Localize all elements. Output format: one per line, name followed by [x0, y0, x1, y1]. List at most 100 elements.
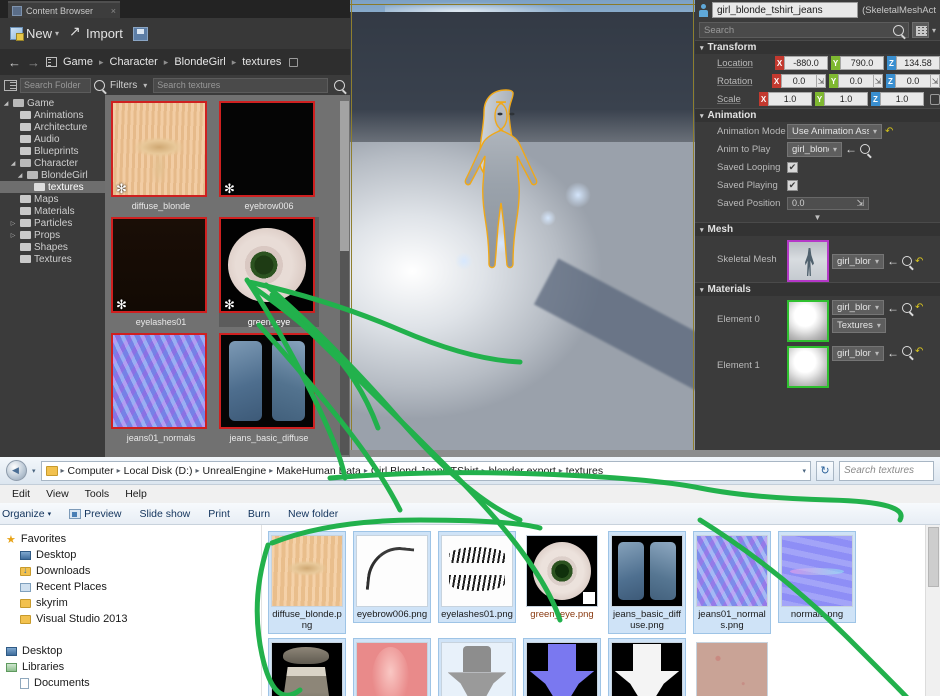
twisty-icon[interactable]: ◢ — [16, 172, 24, 179]
asset-tile[interactable]: jeans_basic_diffuse — [219, 333, 319, 443]
reset-icon[interactable]: ↶ — [915, 346, 923, 357]
asset-grid-scrollbar[interactable] — [340, 101, 349, 455]
scale-y[interactable]: Y 1.0 — [815, 92, 868, 106]
material-1-thumbnail[interactable] — [787, 346, 829, 388]
asset-tile[interactable]: ✻ green_eye — [219, 217, 319, 327]
menu-view[interactable]: View — [46, 488, 69, 500]
file-thumbnail[interactable] — [526, 642, 598, 696]
asset-thumbnail[interactable]: ✻ — [111, 101, 207, 197]
rotation-z[interactable]: Z 0.0 ⇲ — [886, 74, 940, 88]
rotation-y[interactable]: Y 0.0 ⇲ — [829, 74, 883, 88]
breadcrumb-item-blondegirl[interactable]: BlondeGirl — [174, 56, 225, 68]
selected-character-mesh[interactable] — [453, 86, 559, 326]
file-thumbnail[interactable] — [441, 535, 513, 607]
asset-tile[interactable]: ✻ eyebrow006 — [219, 101, 319, 211]
scale-x[interactable]: X 1.0 — [759, 92, 812, 106]
scale-z-input[interactable]: 1.0 — [880, 92, 924, 106]
folder-tree-item-animations[interactable]: Animations — [0, 109, 105, 121]
breadcrumb-item-game[interactable]: Game — [63, 56, 93, 68]
nav-item-downloads[interactable]: Downloads — [6, 563, 261, 579]
chevron-down-icon[interactable]: ▾ — [932, 26, 936, 35]
folder-tree-item-audio[interactable]: Audio — [0, 133, 105, 145]
location-z-input[interactable]: 134.58 — [896, 56, 940, 70]
anim-to-play-select[interactable]: girl_blonde_ ▾ — [787, 141, 842, 157]
rotation-z-input[interactable]: 0.0 — [895, 74, 931, 88]
browse-to-asset-icon[interactable] — [860, 144, 870, 154]
nav-item-skyrim[interactable]: skyrim — [6, 595, 261, 611]
asset-tile[interactable]: jeans01_normals — [111, 333, 211, 443]
spin-icon[interactable]: ⇲ — [874, 74, 883, 88]
explorer-search-input[interactable]: Search textures — [839, 460, 934, 481]
spin-icon[interactable]: ⇲ — [817, 74, 826, 88]
file-thumbnail[interactable] — [271, 642, 343, 696]
path-crumb-local-disk[interactable]: Local Disk (D:) — [124, 465, 193, 477]
asset-thumbnail[interactable] — [111, 333, 207, 429]
file-tile[interactable]: diffuse_blonde.png — [268, 531, 346, 634]
saved-playing-checkbox[interactable]: ✔ — [787, 179, 798, 191]
path-crumb-computer[interactable]: Computer — [68, 465, 114, 477]
nav-item-libraries[interactable]: Libraries — [6, 659, 261, 675]
folder-tree-item-textures[interactable]: textures — [0, 181, 105, 193]
asset-search-input[interactable]: Search textures — [153, 77, 328, 93]
section-header-animation[interactable]: ▾ Animation — [695, 108, 940, 122]
menu-edit[interactable]: Edit — [12, 488, 30, 500]
level-viewport[interactable] — [350, 0, 695, 450]
file-tile[interactable] — [693, 638, 771, 696]
folder-tree-item-particles[interactable]: ▷ Particles — [0, 217, 105, 229]
use-selected-asset-icon[interactable]: ← — [887, 301, 899, 315]
scale-y-input[interactable]: 1.0 — [824, 92, 868, 106]
reset-icon[interactable]: ↶ — [885, 126, 893, 137]
folder-tree-item-props[interactable]: ▷ Props — [0, 229, 105, 241]
display-grid-button[interactable] — [911, 22, 929, 38]
tab-content-browser[interactable]: Content Browser × — [8, 1, 120, 18]
import-button[interactable]: Import — [69, 23, 123, 42]
file-tile[interactable]: jeans01_normals.png — [693, 531, 771, 634]
location-y[interactable]: Y 790.0 — [831, 56, 884, 70]
print-button[interactable]: Print — [208, 508, 230, 520]
rotation-x[interactable]: X 0.0 ⇲ — [772, 74, 826, 88]
nav-item-favorites[interactable]: ★ Favorites — [6, 531, 261, 547]
reset-icon[interactable]: ↶ — [915, 256, 923, 267]
file-thumbnail[interactable] — [696, 642, 768, 696]
forward-button[interactable]: → — [27, 55, 40, 70]
breadcrumb-item-textures[interactable]: textures — [242, 56, 281, 68]
section-header-mesh[interactable]: ▾ Mesh — [695, 222, 940, 236]
explorer-scrollbar[interactable] — [925, 525, 940, 696]
path-crumb-makehuman-data[interactable]: MakeHuman Data — [276, 465, 361, 477]
reset-icon[interactable]: ↶ — [915, 302, 923, 313]
folder-tree-item-blueprints[interactable]: Blueprints — [0, 145, 105, 157]
skeletal-mesh-select[interactable]: girl_blonde_ ▾ — [832, 253, 884, 269]
location-z[interactable]: Z 134.58 — [887, 56, 940, 70]
file-thumbnail[interactable] — [611, 535, 683, 607]
preview-button[interactable]: Preview — [69, 508, 121, 520]
material-0-select[interactable]: girl_blond_j ▾ — [832, 300, 884, 315]
file-thumbnail[interactable] — [441, 642, 513, 696]
refresh-button[interactable]: ↻ — [816, 460, 834, 481]
use-selected-asset-icon[interactable]: ← — [887, 346, 899, 360]
file-tile[interactable]: eyebrow006.png — [353, 531, 431, 634]
section-header-transform[interactable]: ▾ Transform — [695, 40, 940, 54]
asset-thumbnail[interactable] — [219, 333, 315, 429]
nav-item-desktop[interactable]: Desktop — [6, 643, 261, 659]
folder-tree-item-character[interactable]: ◢ Character — [0, 157, 105, 169]
material-0-thumbnail[interactable] — [787, 300, 829, 342]
file-tile[interactable]: jeans_basic_diffuse.png — [608, 531, 686, 634]
file-tile[interactable]: eyelashes01.png — [438, 531, 516, 634]
back-button[interactable]: ← — [8, 55, 21, 70]
file-tile[interactable]: shoes02_default.png — [268, 638, 346, 696]
location-y-input[interactable]: 790.0 — [840, 56, 884, 70]
animation-mode-select[interactable]: Use Animation Asset ▾ — [787, 123, 882, 139]
file-tile[interactable] — [523, 638, 601, 696]
section-header-materials[interactable]: ▾ Materials — [695, 282, 940, 296]
file-thumbnail[interactable] — [781, 535, 853, 607]
browse-to-asset-icon[interactable] — [902, 346, 912, 356]
folder-tree-item-shapes[interactable]: Shapes — [0, 241, 105, 253]
saved-looping-checkbox[interactable]: ✔ — [787, 161, 798, 173]
folder-tree-item-blondegirl[interactable]: ◢ BlondeGirl — [0, 169, 105, 181]
filters-label[interactable]: Filters — [110, 80, 137, 91]
path-crumb-unrealengine[interactable]: UnrealEngine — [203, 465, 267, 477]
actor-name-input[interactable]: girl_blonde_tshirt_jeans — [712, 2, 859, 18]
asset-tile[interactable]: ✻ eyelashes01 — [111, 217, 211, 327]
file-thumbnail[interactable] — [611, 642, 683, 696]
chevron-down-icon[interactable]: ▾ — [32, 467, 36, 475]
